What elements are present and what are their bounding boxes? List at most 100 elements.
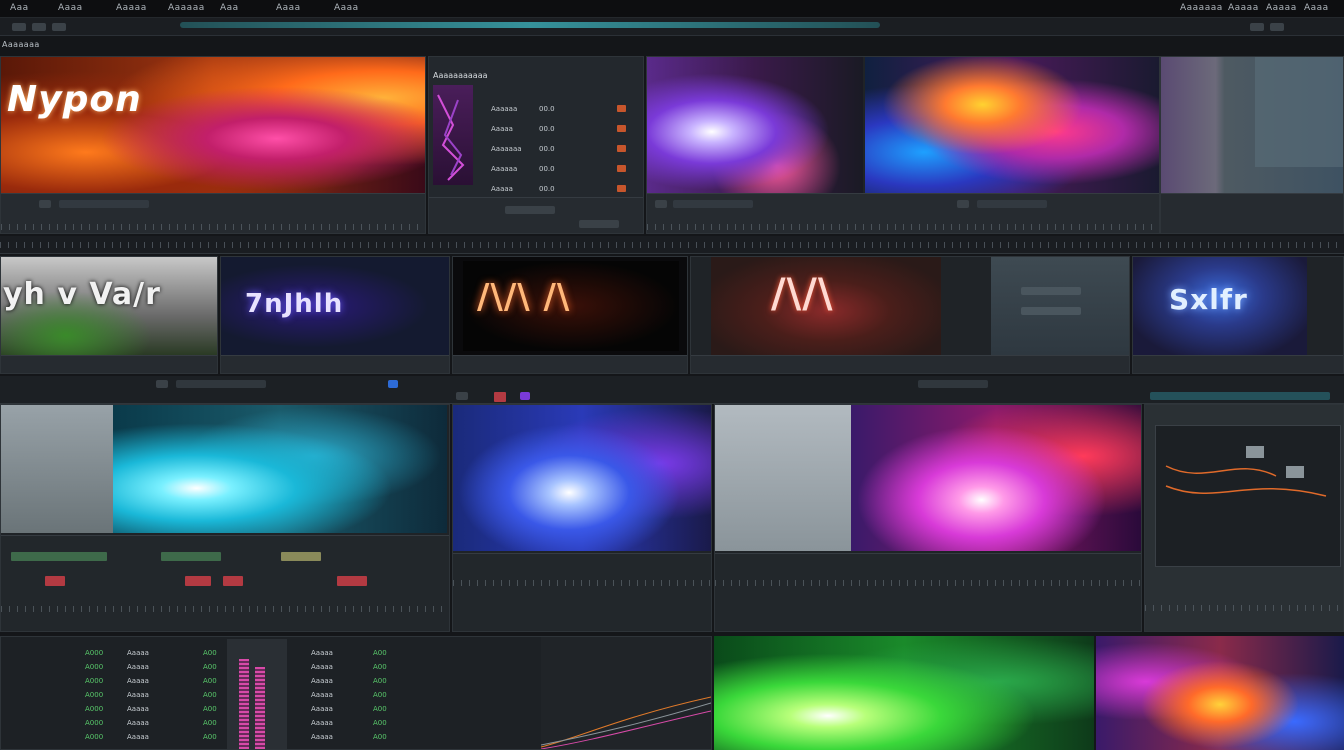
timeline-clip-red[interactable] xyxy=(185,576,211,586)
timecode-field[interactable] xyxy=(176,380,266,388)
tool-button[interactable] xyxy=(456,392,468,400)
menu-right-1[interactable]: Aaaaaaa xyxy=(1180,3,1223,13)
video-frame[interactable]: 7nJhlh xyxy=(221,257,449,355)
list-item[interactable]: A00 xyxy=(373,663,387,671)
menu-right-3[interactable]: Aaaaa xyxy=(1266,3,1297,13)
menu-item-7[interactable]: Aaaa xyxy=(334,3,359,13)
node-graph[interactable] xyxy=(1155,425,1341,567)
scrub-bar[interactable] xyxy=(59,200,149,208)
list-item[interactable]: Aaaaa xyxy=(311,677,333,685)
video-frame[interactable]: /\/\ xyxy=(711,257,941,355)
list-item[interactable]: Aaaaa xyxy=(127,691,149,699)
clip-viewer-4[interactable]: 7nJhlh xyxy=(220,256,450,374)
menu-item-3[interactable]: Aaaaa xyxy=(116,3,147,13)
list-item[interactable]: A00 xyxy=(203,691,217,699)
video-frame[interactable] xyxy=(1,405,113,533)
tool-button[interactable] xyxy=(156,380,168,388)
video-frame[interactable] xyxy=(715,405,851,551)
keyframe-toggle[interactable] xyxy=(617,125,626,132)
list-item[interactable]: A000 xyxy=(85,719,103,727)
scrub-bar[interactable] xyxy=(673,200,753,208)
video-frame[interactable] xyxy=(714,636,1094,750)
video-frame[interactable] xyxy=(865,57,1159,193)
timeline-clip-red[interactable] xyxy=(223,576,243,586)
menu-right-2[interactable]: Aaaaa xyxy=(1228,3,1259,13)
list-item[interactable]: A00 xyxy=(373,677,387,685)
video-frame[interactable]: Nypon xyxy=(1,57,425,193)
list-item[interactable]: Aaaaa xyxy=(311,719,333,727)
tool-button[interactable] xyxy=(52,23,66,31)
list-item[interactable]: A000 xyxy=(85,733,103,741)
list-item[interactable]: A000 xyxy=(85,663,103,671)
tool-button[interactable] xyxy=(12,23,26,31)
list-item[interactable]: Aaaaa xyxy=(127,677,149,685)
video-frame[interactable]: yh v Va/r xyxy=(1,257,217,355)
list-item[interactable]: A00 xyxy=(203,677,217,685)
play-icon[interactable] xyxy=(39,200,51,208)
param-value[interactable]: 00.0 xyxy=(539,145,555,153)
tool-button[interactable] xyxy=(1250,23,1264,31)
video-frame[interactable]: /\/\ /\ xyxy=(463,261,679,351)
list-item[interactable]: A00 xyxy=(373,649,387,657)
timeline-clip[interactable] xyxy=(161,552,221,561)
list-item[interactable]: A000 xyxy=(85,677,103,685)
select-button[interactable] xyxy=(388,380,398,388)
timeline-clip[interactable] xyxy=(11,552,107,561)
list-item[interactable]: A00 xyxy=(203,733,217,741)
list-item[interactable]: Aaaaa xyxy=(311,705,333,713)
clip-viewer-7[interactable]: Sxlfr xyxy=(1132,256,1344,374)
list-item[interactable]: Aaaaa xyxy=(127,663,149,671)
menu-item-1[interactable]: Aaa xyxy=(10,3,29,13)
list-item[interactable]: A00 xyxy=(203,719,217,727)
list-item[interactable]: Aaaaa xyxy=(127,705,149,713)
video-frame[interactable] xyxy=(453,405,711,551)
tool-button[interactable] xyxy=(32,23,46,31)
scrub-bar[interactable] xyxy=(977,200,1047,208)
list-item[interactable]: Aaaaa xyxy=(311,649,333,657)
param-value[interactable]: 00.0 xyxy=(539,185,555,193)
menu-right-4[interactable]: Aaaa xyxy=(1304,3,1329,13)
play-icon[interactable] xyxy=(655,200,667,208)
list-item[interactable]: A00 xyxy=(373,719,387,727)
param-value[interactable]: 00.0 xyxy=(539,125,555,133)
clip-viewer-5[interactable]: /\/\ /\ xyxy=(452,256,688,374)
clip-viewer-3[interactable]: yh v Va/r xyxy=(0,256,218,374)
keyframe-toggle[interactable] xyxy=(617,165,626,172)
list-item[interactable]: Aaaaa xyxy=(311,733,333,741)
list-item[interactable]: A00 xyxy=(203,705,217,713)
keyframe-toggle[interactable] xyxy=(617,185,626,192)
monitor-tabs[interactable] xyxy=(1150,392,1330,400)
play-icon[interactable] xyxy=(957,200,969,208)
video-frame[interactable] xyxy=(1096,636,1344,750)
property-field[interactable] xyxy=(1021,287,1081,295)
effect-button[interactable] xyxy=(520,392,530,400)
timeline-clip[interactable] xyxy=(281,552,321,561)
list-item[interactable]: A00 xyxy=(203,663,217,671)
menu-item-4[interactable]: Aaaaaa xyxy=(168,3,205,13)
list-item[interactable]: A00 xyxy=(373,705,387,713)
list-item[interactable]: A00 xyxy=(373,733,387,741)
apply-button[interactable] xyxy=(505,206,555,214)
record-button[interactable] xyxy=(494,392,506,402)
timeline-clip-red[interactable] xyxy=(337,576,367,586)
list-item[interactable]: A000 xyxy=(85,691,103,699)
list-item[interactable]: Aaaaa xyxy=(127,649,149,657)
clip-viewer-1[interactable]: Nypon xyxy=(0,56,426,234)
video-frame[interactable] xyxy=(647,57,863,193)
tool-button[interactable] xyxy=(1270,23,1284,31)
param-value[interactable]: 00.0 xyxy=(539,165,555,173)
param-value[interactable]: 00.0 xyxy=(539,105,555,113)
list-item[interactable]: A000 xyxy=(85,649,103,657)
keyframe-toggle[interactable] xyxy=(617,145,626,152)
keyframe-toggle[interactable] xyxy=(617,105,626,112)
list-item[interactable]: Aaaaa xyxy=(311,691,333,699)
list-item[interactable]: Aaaaa xyxy=(127,719,149,727)
list-item[interactable]: Aaaaa xyxy=(311,663,333,671)
timeline-tracks[interactable] xyxy=(453,553,711,631)
clip-viewer-10[interactable] xyxy=(714,404,1142,632)
property-field[interactable] xyxy=(1021,307,1081,315)
list-item[interactable]: A00 xyxy=(203,649,217,657)
video-frame[interactable]: Sxlfr xyxy=(1133,257,1307,355)
clip-viewer-8[interactable] xyxy=(0,404,450,632)
reset-button[interactable] xyxy=(579,220,619,228)
